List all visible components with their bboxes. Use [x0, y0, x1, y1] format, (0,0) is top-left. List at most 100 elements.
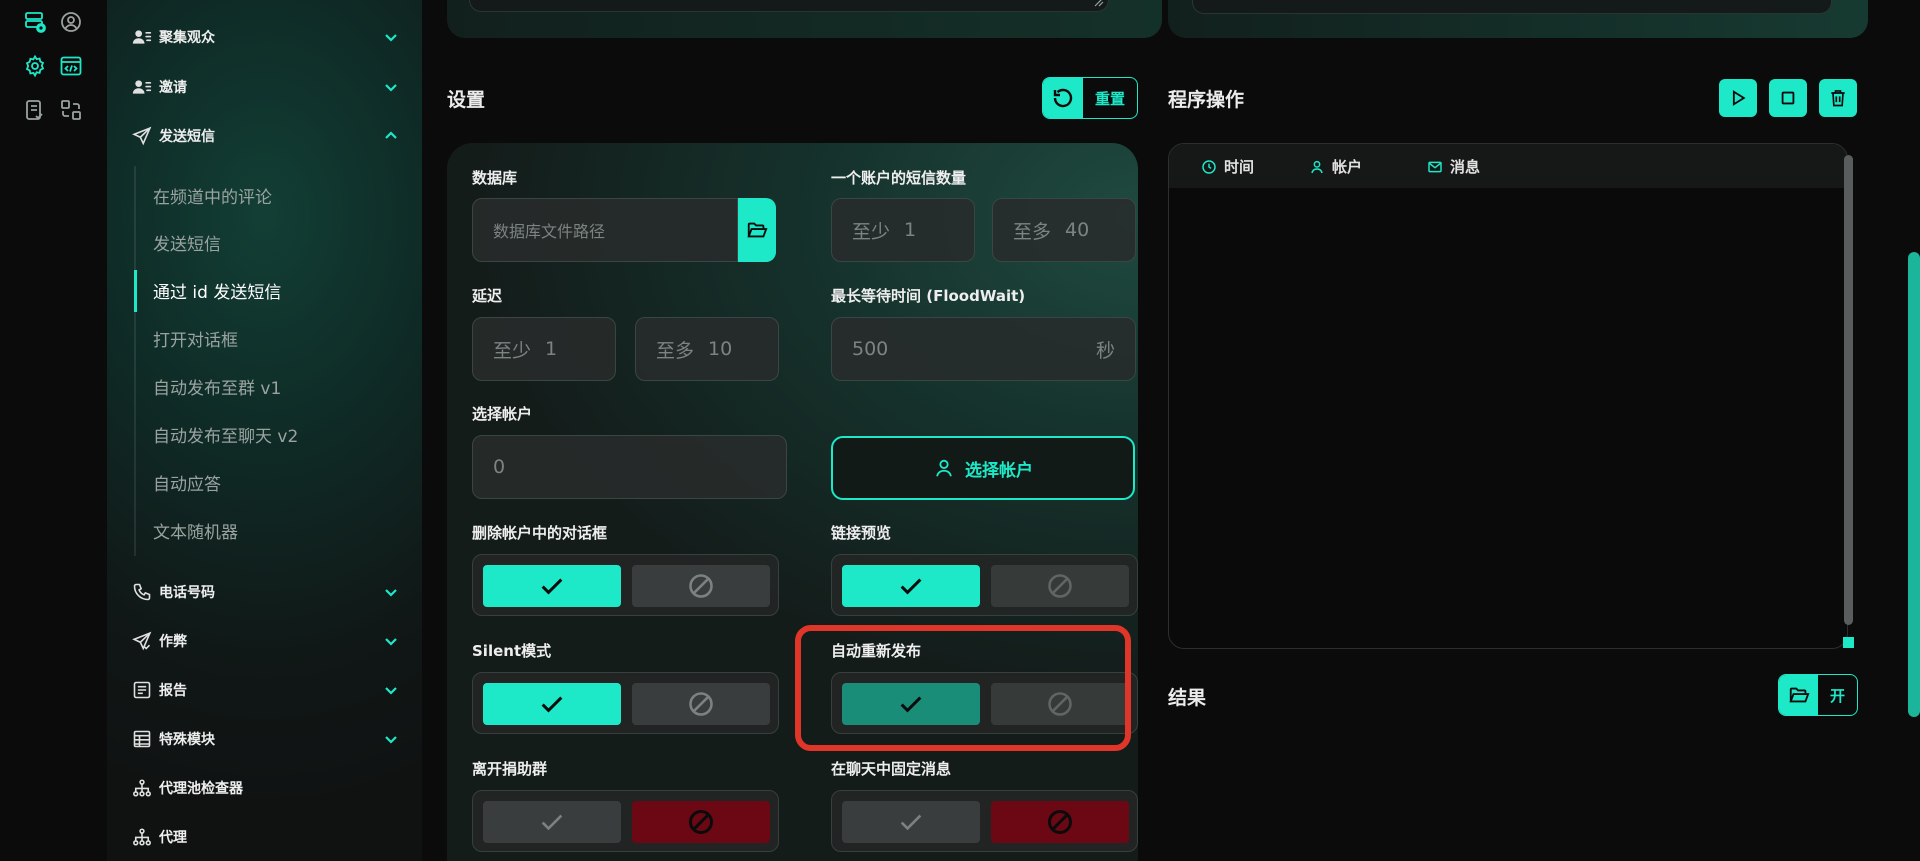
reset-button[interactable]: 重置	[1042, 77, 1138, 119]
delete-dialogs-toggle	[472, 554, 779, 616]
database-icon[interactable]	[20, 7, 50, 37]
stop-button[interactable]	[1769, 79, 1807, 117]
toggle-yes-button[interactable]	[842, 565, 980, 607]
toggle-yes-button[interactable]	[842, 801, 980, 843]
msgs-min-value: 1	[904, 219, 917, 241]
sidebar-item-open-dialogs[interactable]: 打开对话框	[153, 318, 403, 358]
clear-log-button[interactable]	[1819, 79, 1857, 117]
open-result-label: 开	[1829, 686, 1845, 705]
database-path-input[interactable]: 数据库文件路径	[472, 198, 738, 262]
chevron-down-icon	[385, 84, 397, 92]
toggle-label: 链接预览	[831, 524, 892, 542]
message-textarea[interactable]	[469, 0, 1109, 12]
convert-icon[interactable]	[56, 95, 86, 125]
msgs-min-input[interactable]: 至少 1	[831, 198, 975, 262]
message-card	[447, 0, 1162, 38]
sidebar: 聚集观众 邀请 发送短信 在频道中的评论 发送短信 通过 id 发送短信 打开对…	[107, 0, 422, 861]
msgs-max-input[interactable]: 至多 40	[992, 198, 1136, 262]
sidebar-item-auto-reply[interactable]: 自动应答	[153, 462, 403, 502]
play-icon	[1732, 90, 1746, 106]
toggle-no-button[interactable]	[632, 801, 770, 843]
toggle-no-button[interactable]	[991, 683, 1129, 725]
chevron-down-icon	[385, 34, 397, 42]
toggle-yes-button[interactable]	[483, 801, 621, 843]
delay-max-input[interactable]: 至多 10	[635, 317, 779, 381]
code-window-icon[interactable]	[56, 51, 86, 81]
sidebar-group-invite[interactable]: 邀请	[107, 67, 422, 107]
folder-open-icon	[747, 222, 768, 238]
send-icon	[131, 125, 153, 147]
flood-wait-value: 500	[852, 338, 889, 360]
chevron-down-icon	[385, 589, 397, 597]
top-right-input[interactable]	[1192, 0, 1832, 14]
log-column-account: 帐户	[1309, 156, 1362, 177]
pin-message-toggle	[831, 790, 1138, 852]
toggle-yes-button[interactable]	[842, 683, 980, 725]
toggle-yes-button[interactable]	[483, 683, 621, 725]
ban-icon	[1048, 574, 1072, 598]
sidebar-item-send-sms-by-id[interactable]: 通过 id 发送短信	[153, 270, 403, 310]
accounts-count-value: 0	[493, 456, 506, 478]
sidebar-group-send-sms[interactable]: 发送短信	[107, 116, 422, 156]
sidebar-group-cheat[interactable]: 作弊	[107, 621, 422, 661]
toggle-no-button[interactable]	[991, 565, 1129, 607]
sidebar-item-autopost-chats-v2[interactable]: 自动发布至聊天 v2	[153, 414, 403, 454]
clock-icon	[1202, 159, 1216, 174]
page-scrollbar[interactable]	[1908, 252, 1920, 717]
table-icon	[131, 728, 153, 750]
sidebar-group-gather-audience[interactable]: 聚集观众	[107, 17, 422, 57]
stop-icon	[1781, 91, 1795, 105]
select-accounts-button[interactable]: 选择帐户	[831, 436, 1135, 500]
trash-icon	[1831, 90, 1845, 107]
sidebar-item-send-sms[interactable]: 发送短信	[153, 222, 403, 262]
sidebar-item-text-randomizer[interactable]: 文本随机器	[153, 510, 403, 550]
log-panel[interactable]: 时间 帐户 消息	[1168, 143, 1848, 649]
delay-label: 延迟	[472, 287, 503, 305]
sidebar-group-proxy-pool-checker[interactable]: 代理池检查器	[107, 768, 422, 808]
ban-icon	[1048, 692, 1072, 716]
log-column-time: 时间	[1201, 156, 1254, 177]
auto-repost-toggle	[831, 672, 1138, 734]
gear-icon[interactable]	[20, 51, 50, 81]
sidebar-group-label: 特殊模块	[159, 732, 215, 748]
ban-icon	[688, 809, 714, 835]
checklist-icon[interactable]	[20, 95, 50, 125]
check-icon	[900, 696, 922, 713]
sidebar-group-phone-numbers[interactable]: 电话号码	[107, 572, 422, 612]
folder-open-icon	[1779, 675, 1818, 715]
check-icon	[541, 696, 563, 713]
database-label: 数据库	[472, 169, 518, 187]
sidebar-item-autopost-groups-v1[interactable]: 自动发布至群 v1	[153, 366, 403, 406]
log-resize-handle[interactable]	[1843, 637, 1854, 648]
resize-handle-icon	[1094, 0, 1104, 7]
log-column-label: 消息	[1450, 158, 1481, 176]
database-browse-button[interactable]	[738, 198, 776, 262]
sidebar-group-label: 代理	[159, 830, 187, 846]
sidebar-group-special-modules[interactable]: 特殊模块	[107, 719, 422, 759]
icon-rail	[0, 0, 107, 861]
sidebar-group-label: 发送短信	[159, 129, 215, 145]
settings-card: 数据库 数据库文件路径 一个账户的短信数量 至少 1 至多 40 延迟 至少 1…	[447, 143, 1138, 861]
log-scrollbar[interactable]	[1844, 155, 1853, 625]
sidebar-group-proxy[interactable]: 代理	[107, 817, 422, 857]
toggle-no-button[interactable]	[632, 683, 770, 725]
user-icon	[936, 459, 952, 477]
flood-wait-input[interactable]: 500 秒	[831, 317, 1136, 381]
toggle-label: 离开捐助群	[472, 760, 548, 778]
start-button[interactable]	[1719, 79, 1757, 117]
reset-button-label: 重置	[1094, 89, 1125, 108]
delay-min-input[interactable]: 至少 1	[472, 317, 616, 381]
accounts-count-input[interactable]: 0	[472, 435, 787, 499]
user-circle-icon[interactable]	[56, 7, 86, 37]
toggle-no-button[interactable]	[991, 801, 1129, 843]
sidebar-group-label: 作弊	[159, 634, 187, 650]
open-result-button[interactable]: 开	[1778, 674, 1858, 716]
network-icon	[131, 826, 153, 848]
log-column-message: 消息	[1427, 156, 1480, 177]
sidebar-item-channel-comments[interactable]: 在频道中的评论	[153, 175, 403, 215]
users-list-icon	[131, 76, 153, 98]
toggle-yes-button[interactable]	[483, 565, 621, 607]
sidebar-group-report[interactable]: 报告	[107, 670, 422, 710]
toggle-no-button[interactable]	[632, 565, 770, 607]
check-icon	[900, 578, 922, 595]
